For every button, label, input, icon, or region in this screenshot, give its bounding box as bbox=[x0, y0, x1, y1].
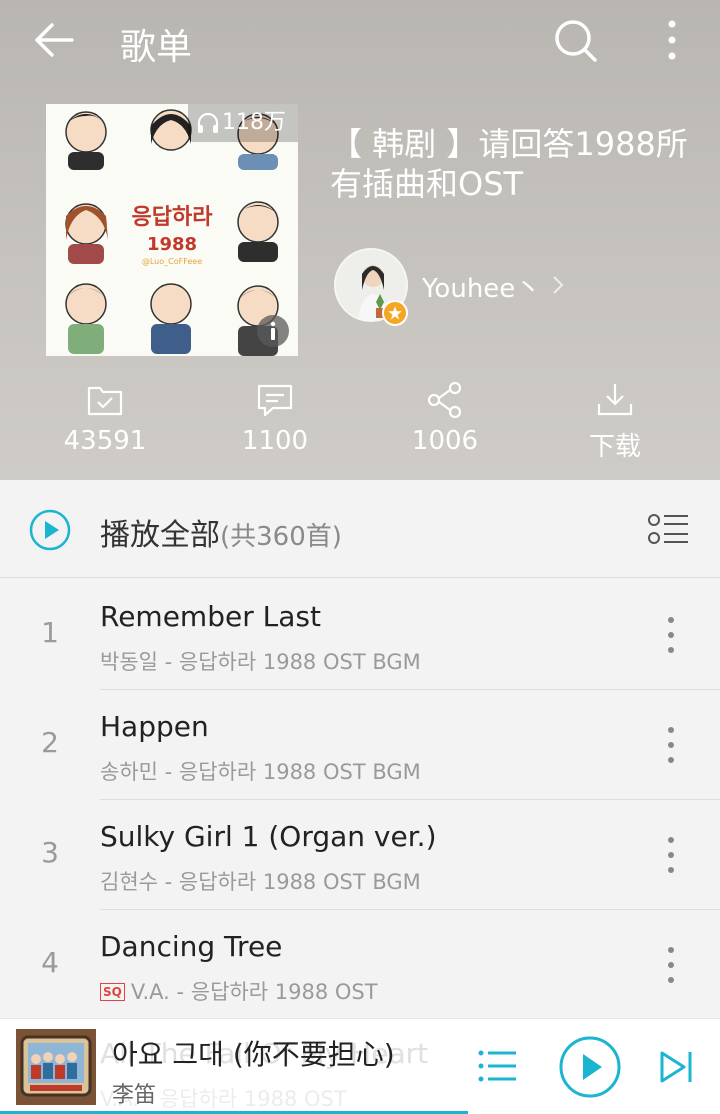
more-vertical-icon[interactable] bbox=[654, 940, 688, 990]
song-artist-album: 박동일 - 응답하라 1988 OST BGM bbox=[100, 650, 421, 674]
play-all-row[interactable]: 播放全部(共360首) bbox=[0, 480, 720, 578]
mini-player[interactable]: All The Fall Of My Heart V.A. - 응답하라 198… bbox=[0, 1018, 720, 1114]
more-vertical-icon bbox=[668, 20, 676, 60]
comment-button[interactable]: 1100 bbox=[200, 380, 350, 470]
cover-credit: @Luo_CoFFeee bbox=[142, 257, 202, 266]
song-number: 3 bbox=[41, 836, 59, 869]
playlist-cover[interactable]: 응답하라 1988 @Luo_CoFFeee 118万 bbox=[46, 104, 298, 356]
playlist-header: 歌单 응답하라 1988 @Luo_CoFFeee 118万 【 韩剧 】请回答… bbox=[0, 0, 720, 480]
sq-badge: SQ bbox=[100, 983, 125, 1001]
song-title: Sulky Girl 1 (Organ ver.) bbox=[100, 820, 437, 853]
star-icon bbox=[382, 300, 408, 326]
page-title: 歌单 bbox=[120, 27, 193, 68]
play-count-badge: 118万 bbox=[188, 104, 298, 142]
collect-count: 43591 bbox=[63, 426, 147, 456]
song-artist-album: 송하민 - 응답하라 1988 OST BGM bbox=[100, 760, 421, 784]
share-button[interactable]: 1006 bbox=[370, 380, 520, 470]
song-number: 2 bbox=[41, 726, 59, 759]
creator-row[interactable]: Youhee丶 bbox=[334, 248, 594, 326]
song-number: 4 bbox=[41, 946, 59, 979]
song-artist-album: SQ V.A. - 응답하라 1988 OST bbox=[100, 976, 378, 1006]
search-button[interactable] bbox=[548, 12, 604, 68]
play-all-text: 播放全部 bbox=[100, 518, 220, 553]
now-playing-artist: 李笛 bbox=[112, 1083, 157, 1108]
skip-next-icon[interactable] bbox=[656, 1047, 696, 1087]
share-icon bbox=[427, 381, 462, 419]
play-count: 118万 bbox=[222, 110, 286, 135]
song-count: (共360首) bbox=[220, 522, 342, 552]
song-number: 1 bbox=[41, 616, 59, 649]
headphone-icon bbox=[197, 112, 219, 133]
comment-icon bbox=[257, 384, 293, 417]
song-artist-album: 김현수 - 응답하라 1988 OST BGM bbox=[100, 870, 421, 894]
folder-check-icon bbox=[87, 386, 123, 416]
playlist-queue-icon[interactable] bbox=[476, 1045, 518, 1087]
collect-button[interactable]: 43591 bbox=[30, 380, 180, 470]
download-icon bbox=[597, 384, 633, 416]
song-artist-album-text: V.A. - 응답하라 1988 OST bbox=[130, 980, 378, 1004]
top-bar: 歌单 bbox=[0, 0, 720, 80]
more-vertical-icon[interactable] bbox=[654, 830, 688, 880]
artwork-image bbox=[16, 1029, 96, 1105]
download-label: 下载 bbox=[588, 432, 641, 462]
share-count: 1006 bbox=[411, 426, 479, 456]
song-row[interactable]: 4 Dancing Tree SQ V.A. - 응답하라 1988 OST bbox=[0, 910, 720, 1020]
multi-select-icon[interactable] bbox=[646, 510, 690, 550]
arrow-left-icon bbox=[35, 23, 74, 57]
stats-bar: 43591 1100 1006 下载 bbox=[0, 380, 720, 470]
back-button[interactable] bbox=[28, 16, 84, 64]
download-button[interactable]: 下载 bbox=[540, 380, 690, 470]
creator-name: Youhee丶 bbox=[422, 274, 542, 304]
song-row[interactable]: 3 Sulky Girl 1 (Organ ver.) 김현수 - 응답하라 1… bbox=[0, 800, 720, 910]
play-all-label: 播放全部(共360首) bbox=[100, 510, 342, 554]
more-options-button[interactable] bbox=[650, 12, 694, 68]
now-playing-artwork[interactable] bbox=[16, 1029, 96, 1105]
play-circle-icon[interactable] bbox=[558, 1035, 622, 1099]
song-row[interactable]: 2 Happen 송하민 - 응답하라 1988 OST BGM bbox=[0, 690, 720, 800]
song-row[interactable]: 1 Remember Last 박동일 - 응답하라 1988 OST BGM bbox=[0, 580, 720, 690]
more-vertical-icon[interactable] bbox=[654, 720, 688, 770]
playlist-title: 【 韩剧 】请回答1988所有插曲和OST bbox=[330, 125, 688, 203]
song-title: Remember Last bbox=[100, 600, 321, 633]
song-title: Dancing Tree bbox=[100, 930, 283, 963]
search-icon bbox=[555, 20, 597, 62]
cover-title: 응답하라 bbox=[132, 205, 214, 230]
more-vertical-icon[interactable] bbox=[654, 610, 688, 660]
play-circle-icon[interactable] bbox=[28, 508, 72, 552]
cover-year: 1988 bbox=[147, 234, 197, 255]
info-icon[interactable] bbox=[256, 314, 290, 348]
now-playing-title: 아요 그대 (你不要担心) bbox=[112, 1038, 395, 1071]
song-title: Happen bbox=[100, 710, 209, 743]
chevron-right-icon bbox=[553, 276, 564, 294]
comment-count: 1100 bbox=[241, 426, 309, 456]
